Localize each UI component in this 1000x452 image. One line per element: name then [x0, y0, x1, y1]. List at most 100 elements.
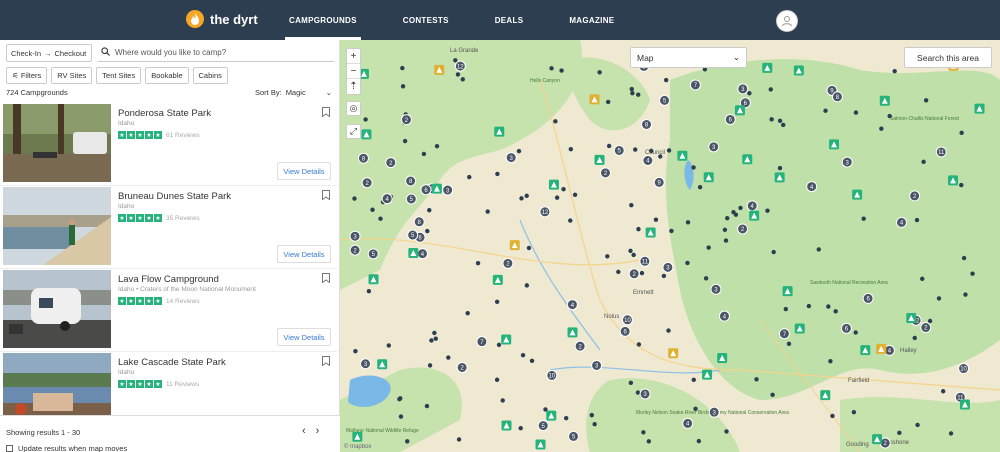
campground-tent-pin[interactable] — [509, 240, 520, 251]
cluster-pin[interactable]: 3 — [639, 388, 651, 400]
campground-dot[interactable] — [592, 422, 597, 427]
campground-dot[interactable] — [421, 151, 427, 157]
campground-dot[interactable] — [605, 99, 611, 105]
campground-dot[interactable] — [559, 68, 564, 73]
campground-dot[interactable] — [398, 414, 404, 419]
cluster-pin[interactable]: 3 — [710, 283, 722, 295]
checkbox[interactable] — [6, 445, 13, 452]
campground-dot[interactable] — [495, 171, 500, 177]
cluster-pin[interactable]: 3 — [505, 152, 517, 164]
cluster-pin[interactable]: 2 — [385, 157, 397, 169]
campground-dot[interactable] — [940, 389, 946, 394]
campground-dot[interactable] — [636, 342, 642, 347]
cluster-pin[interactable]: 3 — [737, 83, 749, 95]
cluster-pin[interactable]: 3 — [349, 230, 361, 242]
campground-dot[interactable] — [397, 397, 402, 402]
campground-dot[interactable] — [887, 113, 892, 119]
campground-dot[interactable] — [653, 217, 659, 222]
campground-dot[interactable] — [769, 117, 774, 122]
bookmark-icon[interactable] — [322, 273, 330, 283]
campground-card[interactable]: Lake Cascade State Park Idaho ★ ★ ★ ★ ★ 11 R… — [0, 352, 338, 415]
locate-me-icon[interactable]: ◎ — [346, 101, 361, 116]
view-details-button[interactable]: View Details — [277, 328, 331, 346]
cluster-pin[interactable]: 3 — [591, 359, 603, 371]
campground-tent-pin[interactable] — [820, 390, 831, 401]
view-details-button[interactable]: View Details — [277, 162, 331, 180]
campground-tent-pin[interactable] — [501, 334, 512, 345]
campground-tent-pin[interactable] — [948, 175, 959, 186]
cluster-pin[interactable]: 5 — [659, 94, 671, 106]
campground-dot[interactable] — [639, 270, 645, 276]
prev-page-icon[interactable]: ‹ — [302, 425, 306, 437]
campground-tent-pin[interactable] — [829, 139, 840, 150]
campground-tent-pin[interactable] — [959, 399, 970, 410]
campground-dot[interactable] — [747, 91, 752, 96]
map-canvas[interactable]: La Grande Council Emmett Nolus Hailey Fa… — [340, 40, 1000, 452]
campground-dot[interactable] — [641, 430, 646, 435]
campground-dot[interactable] — [777, 165, 783, 171]
campground-dot[interactable] — [666, 148, 672, 153]
campground-dot[interactable] — [494, 377, 500, 382]
campground-dot[interactable] — [722, 227, 728, 233]
campground-tent-pin[interactable] — [794, 323, 805, 334]
campground-dot[interactable] — [658, 154, 663, 159]
campground-dot[interactable] — [400, 65, 405, 71]
cluster-pin[interactable]: 2 — [628, 268, 640, 280]
campground-dot[interactable] — [516, 148, 522, 154]
sort-dropdown[interactable]: Sort By: Magic ⌄ — [255, 88, 332, 97]
campground-tent-pin[interactable] — [793, 65, 804, 76]
campground-dot[interactable] — [628, 380, 634, 385]
cluster-pin[interactable]: 5 — [367, 248, 379, 260]
campground-dot[interactable] — [927, 318, 933, 324]
campground-tent-pin[interactable] — [501, 420, 512, 431]
campground-dot[interactable] — [561, 187, 566, 192]
campground-tent-pin[interactable] — [548, 179, 559, 190]
campground-dot[interactable] — [475, 260, 481, 266]
map-style-select[interactable]: Map ⌄ — [630, 47, 747, 68]
cluster-pin[interactable]: 5 — [537, 420, 549, 432]
campground-dot[interactable] — [696, 438, 702, 444]
campground-dot[interactable] — [853, 330, 858, 335]
cluster-pin[interactable]: 2 — [456, 361, 468, 373]
campground-tent-pin[interactable] — [742, 154, 753, 165]
campground-dot[interactable] — [861, 216, 866, 221]
campground-dot[interactable] — [923, 98, 929, 103]
campground-tent-pin[interactable] — [535, 439, 546, 450]
campground-dot[interactable] — [914, 217, 920, 223]
cluster-pin[interactable]: 3 — [708, 406, 720, 418]
zoom-out-button[interactable]: − — [347, 64, 360, 79]
cluster-pin[interactable]: 4 — [381, 193, 393, 205]
campground-dot[interactable] — [400, 84, 406, 89]
cluster-pin[interactable]: 8 — [831, 91, 843, 103]
cluster-pin[interactable]: 4 — [746, 200, 758, 212]
cluster-pin[interactable]: 2 — [909, 190, 921, 202]
campground-tent-pin[interactable] — [668, 348, 679, 359]
campground-dot[interactable] — [828, 359, 833, 364]
campground-dot[interactable] — [833, 309, 838, 314]
campground-dot[interactable] — [920, 276, 925, 282]
user-avatar[interactable] — [776, 10, 798, 32]
cluster-pin[interactable]: 6 — [619, 325, 631, 337]
cluster-pin[interactable]: 3 — [708, 141, 720, 153]
campground-dot[interactable] — [405, 439, 410, 444]
campground-dot[interactable] — [524, 193, 529, 198]
cluster-pin[interactable]: 6 — [420, 184, 432, 196]
campground-dot[interactable] — [936, 296, 942, 301]
campground-dot[interactable] — [589, 412, 594, 418]
campground-dot[interactable] — [446, 355, 451, 360]
campground-dot[interactable] — [553, 119, 558, 124]
campground-dot[interactable] — [783, 306, 789, 312]
campground-dot[interactable] — [691, 165, 696, 170]
cluster-pin[interactable]: 2 — [502, 257, 514, 269]
campground-tent-pin[interactable] — [594, 154, 605, 165]
campground-dot[interactable] — [777, 118, 783, 124]
cluster-pin[interactable]: 2 — [599, 167, 611, 179]
campground-dot[interactable] — [636, 226, 641, 232]
campground-dot[interactable] — [456, 437, 462, 442]
campground-card[interactable]: Bruneau Dunes State Park Idaho ★ ★ ★ ★ ★ 35 … — [0, 186, 338, 269]
campground-dot[interactable] — [666, 328, 671, 333]
campground-dot[interactable] — [378, 216, 383, 221]
view-details-button[interactable]: View Details — [277, 245, 331, 263]
cluster-pin[interactable]: 8 — [357, 152, 369, 164]
campground-dot[interactable] — [424, 403, 430, 409]
